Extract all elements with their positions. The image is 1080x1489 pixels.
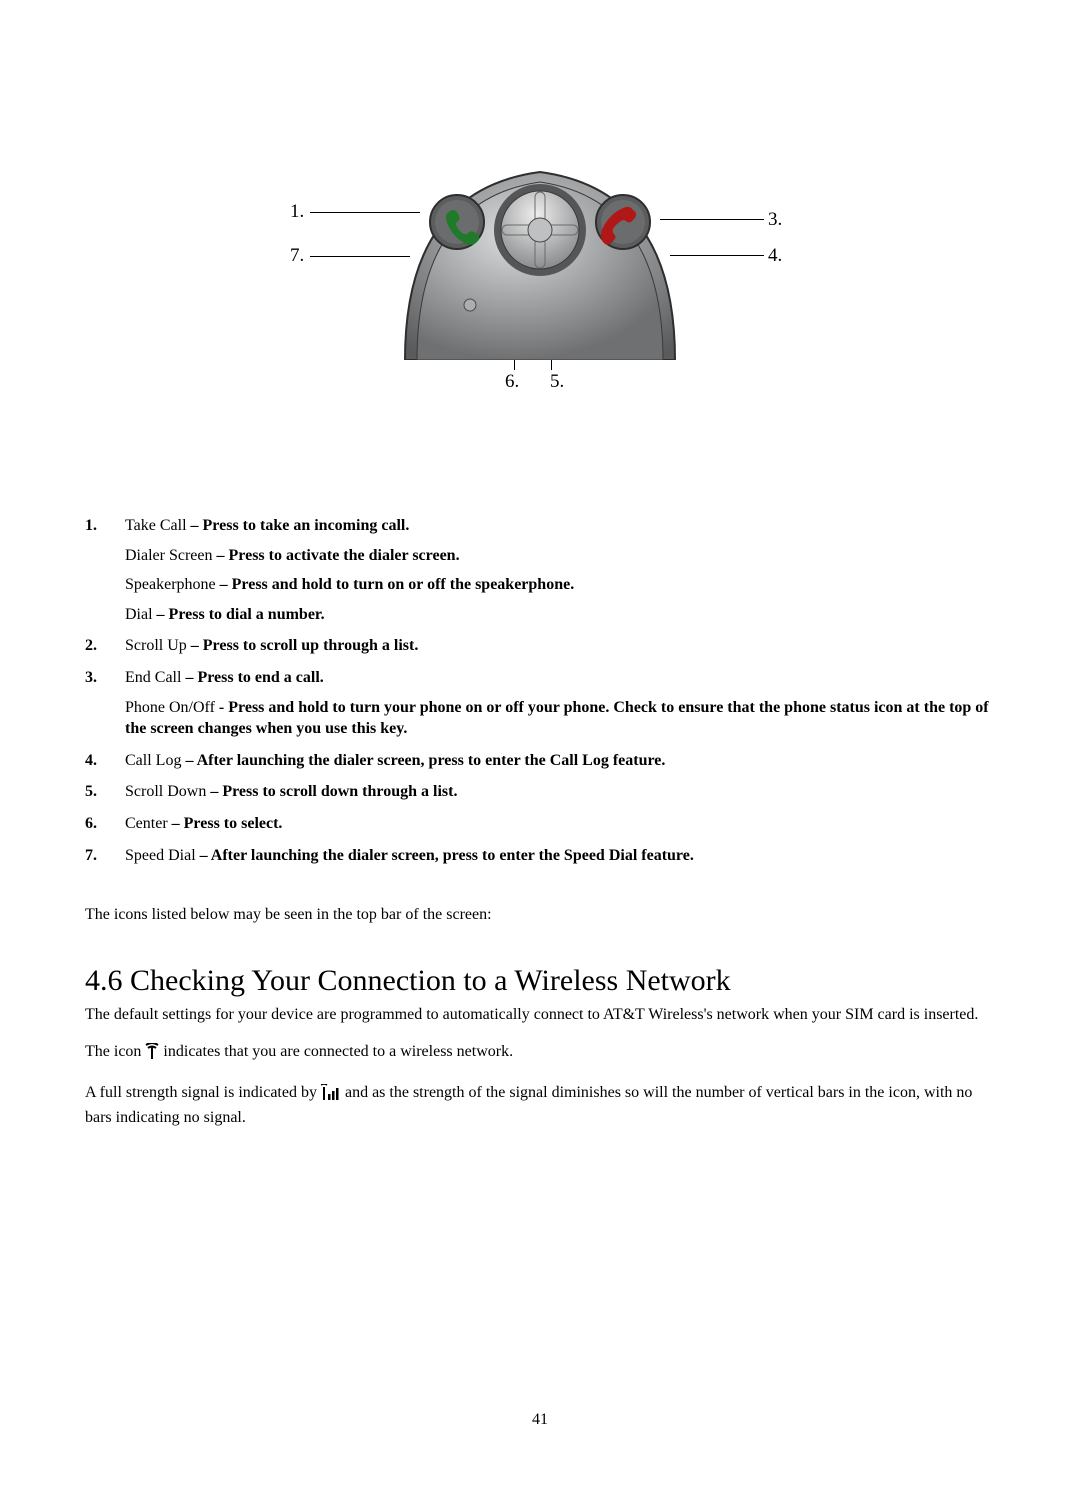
connection-p2-pre: The icon: [85, 1043, 145, 1060]
callout-4-label: 4.: [768, 245, 782, 266]
signal-antenna-icon: [145, 1043, 159, 1066]
feature-line-desc: Press to dial a number.: [169, 606, 325, 623]
callout-7-label: 7.: [290, 245, 304, 266]
feature-line-sep: –: [187, 517, 203, 534]
feature-line-sep: –: [168, 815, 184, 832]
feature-line: Dialer Screen – Press to activate the di…: [125, 545, 574, 567]
feature-number: 2.: [85, 635, 125, 657]
feature-line-desc: Press to select.: [184, 815, 283, 832]
feature-number: 7.: [85, 845, 125, 867]
feature-line-label: Scroll Up: [125, 637, 187, 654]
feature-line-label: Dial: [125, 606, 153, 623]
feature-number: 5.: [85, 781, 125, 803]
feature-line-desc: After launching the dialer screen, press…: [197, 752, 666, 769]
feature-line: Center – Press to select.: [125, 813, 282, 835]
feature-line-sep: –: [196, 847, 211, 864]
callout-1: 1.: [290, 202, 304, 221]
connection-p2: The icon indicates that you are connecte…: [85, 1041, 995, 1066]
feature-item: 2.Scroll Up – Press to scroll up through…: [85, 635, 995, 657]
feature-number: 3.: [85, 667, 125, 740]
feature-line-desc: Press to end a call.: [197, 669, 323, 686]
callout-3-label: 3.: [768, 209, 782, 230]
feature-body: End Call – Press to end a call. Phone On/…: [125, 667, 995, 740]
feature-number: 6.: [85, 813, 125, 835]
callout-4: 4.: [768, 246, 782, 265]
feature-item: 5.Scroll Down – Press to scroll down thr…: [85, 781, 995, 803]
feature-line-sep: –: [181, 669, 197, 686]
feature-line-sep: –: [181, 752, 196, 769]
feature-body: Center – Press to select.: [125, 813, 282, 835]
callout-7: 7.: [290, 246, 304, 265]
feature-line-label: Phone On/Off: [125, 699, 215, 716]
feature-body: Take Call – Press to take an incoming ca…: [125, 515, 574, 625]
connection-p3: A full strength signal is indicated by a…: [85, 1082, 995, 1128]
feature-line-sep: -: [215, 699, 228, 716]
feature-line-desc: After launching the dialer screen, press…: [211, 847, 694, 864]
feature-line: Phone On/Off - Press and hold to turn yo…: [125, 697, 995, 740]
feature-item: 6.Center – Press to select.: [85, 813, 995, 835]
feature-item: 1.Take Call – Press to take an incoming …: [85, 515, 995, 625]
feature-body: Call Log – After launching the dialer sc…: [125, 750, 665, 772]
feature-line-desc: Press and hold to turn on or off the spe…: [232, 576, 575, 593]
feature-line-desc: Press to scroll up through a list.: [203, 637, 419, 654]
feature-line-desc: Press to scroll down through a list.: [222, 783, 457, 800]
device-diagram: 1. 7. 3. 4. 6. 5.: [290, 160, 790, 420]
device-image: [395, 160, 685, 360]
connection-p1: The default settings for your device are…: [85, 1004, 995, 1026]
feature-line: End Call – Press to end a call.: [125, 667, 995, 689]
section-heading: 4.6 Checking Your Connection to a Wirele…: [85, 964, 995, 998]
feature-body: Speed Dial – After launching the dialer …: [125, 845, 694, 867]
feature-list: 1.Take Call – Press to take an incoming …: [85, 515, 995, 866]
feature-line-sep: –: [206, 783, 222, 800]
callout-5: 5.: [550, 372, 564, 391]
feature-line-label: Speed Dial: [125, 847, 196, 864]
feature-line-label: Take Call: [125, 517, 187, 534]
feature-number: 1.: [85, 515, 125, 625]
callout-5-label: 5.: [550, 371, 564, 392]
feature-item: 7.Speed Dial – After launching the diale…: [85, 845, 995, 867]
feature-line: Speed Dial – After launching the dialer …: [125, 845, 694, 867]
feature-line-sep: –: [153, 606, 169, 623]
feature-line-desc: Press to take an incoming call.: [203, 517, 410, 534]
connection-p2-post: indicates that you are connected to a wi…: [163, 1043, 513, 1060]
connection-p3-pre: A full strength signal is indicated by: [85, 1084, 321, 1101]
page-number: 41: [0, 1411, 1080, 1429]
feature-item: 3.End Call – Press to end a call. Phone O…: [85, 667, 995, 740]
callout-6-label: 6.: [505, 371, 519, 392]
feature-line: Call Log – After launching the dialer sc…: [125, 750, 665, 772]
callout-6: 6.: [505, 372, 519, 391]
callout-3: 3.: [768, 210, 782, 229]
feature-line-sep: –: [213, 547, 229, 564]
feature-body: Scroll Up – Press to scroll up through a…: [125, 635, 418, 657]
feature-line-label: Center: [125, 815, 168, 832]
feature-line-sep: –: [216, 576, 232, 593]
feature-line-label: Dialer Screen: [125, 547, 213, 564]
icons-intro-text: The icons listed below may be seen in th…: [85, 904, 995, 926]
feature-line: Scroll Up – Press to scroll up through a…: [125, 635, 418, 657]
feature-body: Scroll Down – Press to scroll down throu…: [125, 781, 457, 803]
feature-line-label: Speakerphone: [125, 576, 216, 593]
feature-line: Dial – Press to dial a number.: [125, 604, 574, 626]
feature-line: Speakerphone – Press and hold to turn on…: [125, 574, 574, 596]
feature-line-desc: Press and hold to turn your phone on or …: [125, 699, 989, 738]
feature-line-label: Call Log: [125, 752, 181, 769]
feature-line-label: Scroll Down: [125, 783, 206, 800]
feature-line-sep: –: [187, 637, 203, 654]
feature-line-label: End Call: [125, 669, 181, 686]
feature-line: Take Call – Press to take an incoming ca…: [125, 515, 574, 537]
signal-full-bars-icon: [321, 1084, 341, 1107]
feature-item: 4.Call Log – After launching the dialer …: [85, 750, 995, 772]
feature-number: 4.: [85, 750, 125, 772]
callout-1-label: 1.: [290, 201, 304, 222]
feature-line: Scroll Down – Press to scroll down throu…: [125, 781, 457, 803]
feature-line-desc: Press to activate the dialer screen.: [229, 547, 460, 564]
